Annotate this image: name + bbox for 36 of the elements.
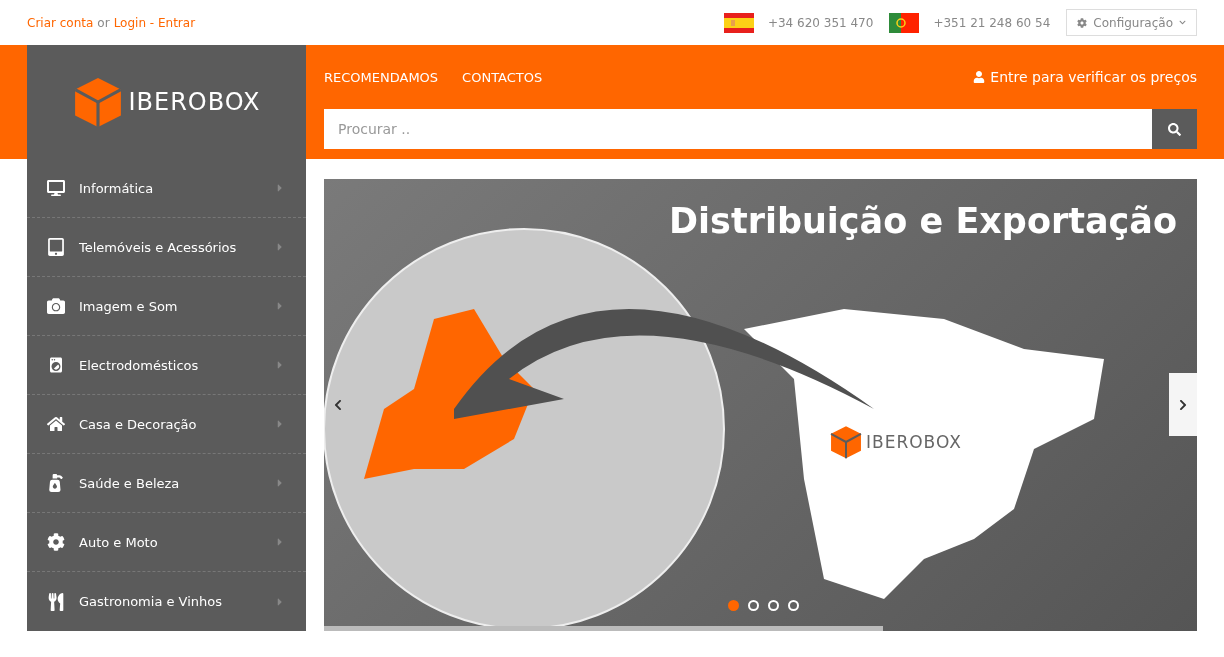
computer-icon — [47, 179, 65, 197]
category-item[interactable]: Auto e Moto — [27, 513, 306, 572]
banner-logo-text: IBEROBOX — [866, 432, 962, 452]
washing-machine-icon — [47, 356, 65, 374]
phone-number: +34 620 351 470 — [767, 15, 874, 30]
bottle-icon — [47, 474, 65, 492]
tablet-icon — [47, 238, 65, 256]
chevron-right-icon — [1177, 398, 1189, 411]
banner-headline: Distribuição e Exportação — [669, 201, 1177, 241]
fork-icon — [47, 592, 65, 611]
phone-number: +351 21 248 60 54 — [933, 15, 1051, 30]
gear-icon — [47, 533, 65, 551]
separator-text: or — [97, 15, 110, 30]
search-button[interactable] — [1152, 109, 1197, 149]
category-item[interactable]: Gastronomia e Vinhos — [27, 572, 306, 631]
settings-icon — [1077, 17, 1088, 28]
camera-icon — [47, 297, 65, 315]
cube-logo-icon — [829, 425, 863, 459]
spain-flag-icon — [723, 12, 754, 33]
search-icon — [1168, 122, 1181, 136]
category-item[interactable]: Electrodomésticos — [27, 336, 306, 395]
portugal-flag-icon — [889, 12, 920, 33]
logo-panel[interactable]: IBEROBOX — [27, 45, 306, 159]
category-item[interactable]: Casa e Decoração — [27, 395, 306, 454]
search-field[interactable]: Procurar .. — [324, 109, 1152, 149]
category-item[interactable]: Imagem e Som — [27, 277, 306, 336]
category-item[interactable]: Saúde e Beleza — [27, 454, 306, 513]
house-icon — [47, 415, 65, 433]
chevron-left-icon — [332, 398, 344, 411]
settings-dropdown[interactable]: Configuração — [1066, 9, 1197, 36]
user-icon — [973, 71, 986, 83]
category-item[interactable]: Telemóveis e Acessórios — [27, 218, 306, 277]
category-item[interactable]: Informática — [27, 159, 306, 218]
chevron-down-icon — [1179, 19, 1186, 26]
logo-text: IBEROBOX — [128, 88, 261, 116]
slide-dot[interactable] — [728, 600, 739, 611]
